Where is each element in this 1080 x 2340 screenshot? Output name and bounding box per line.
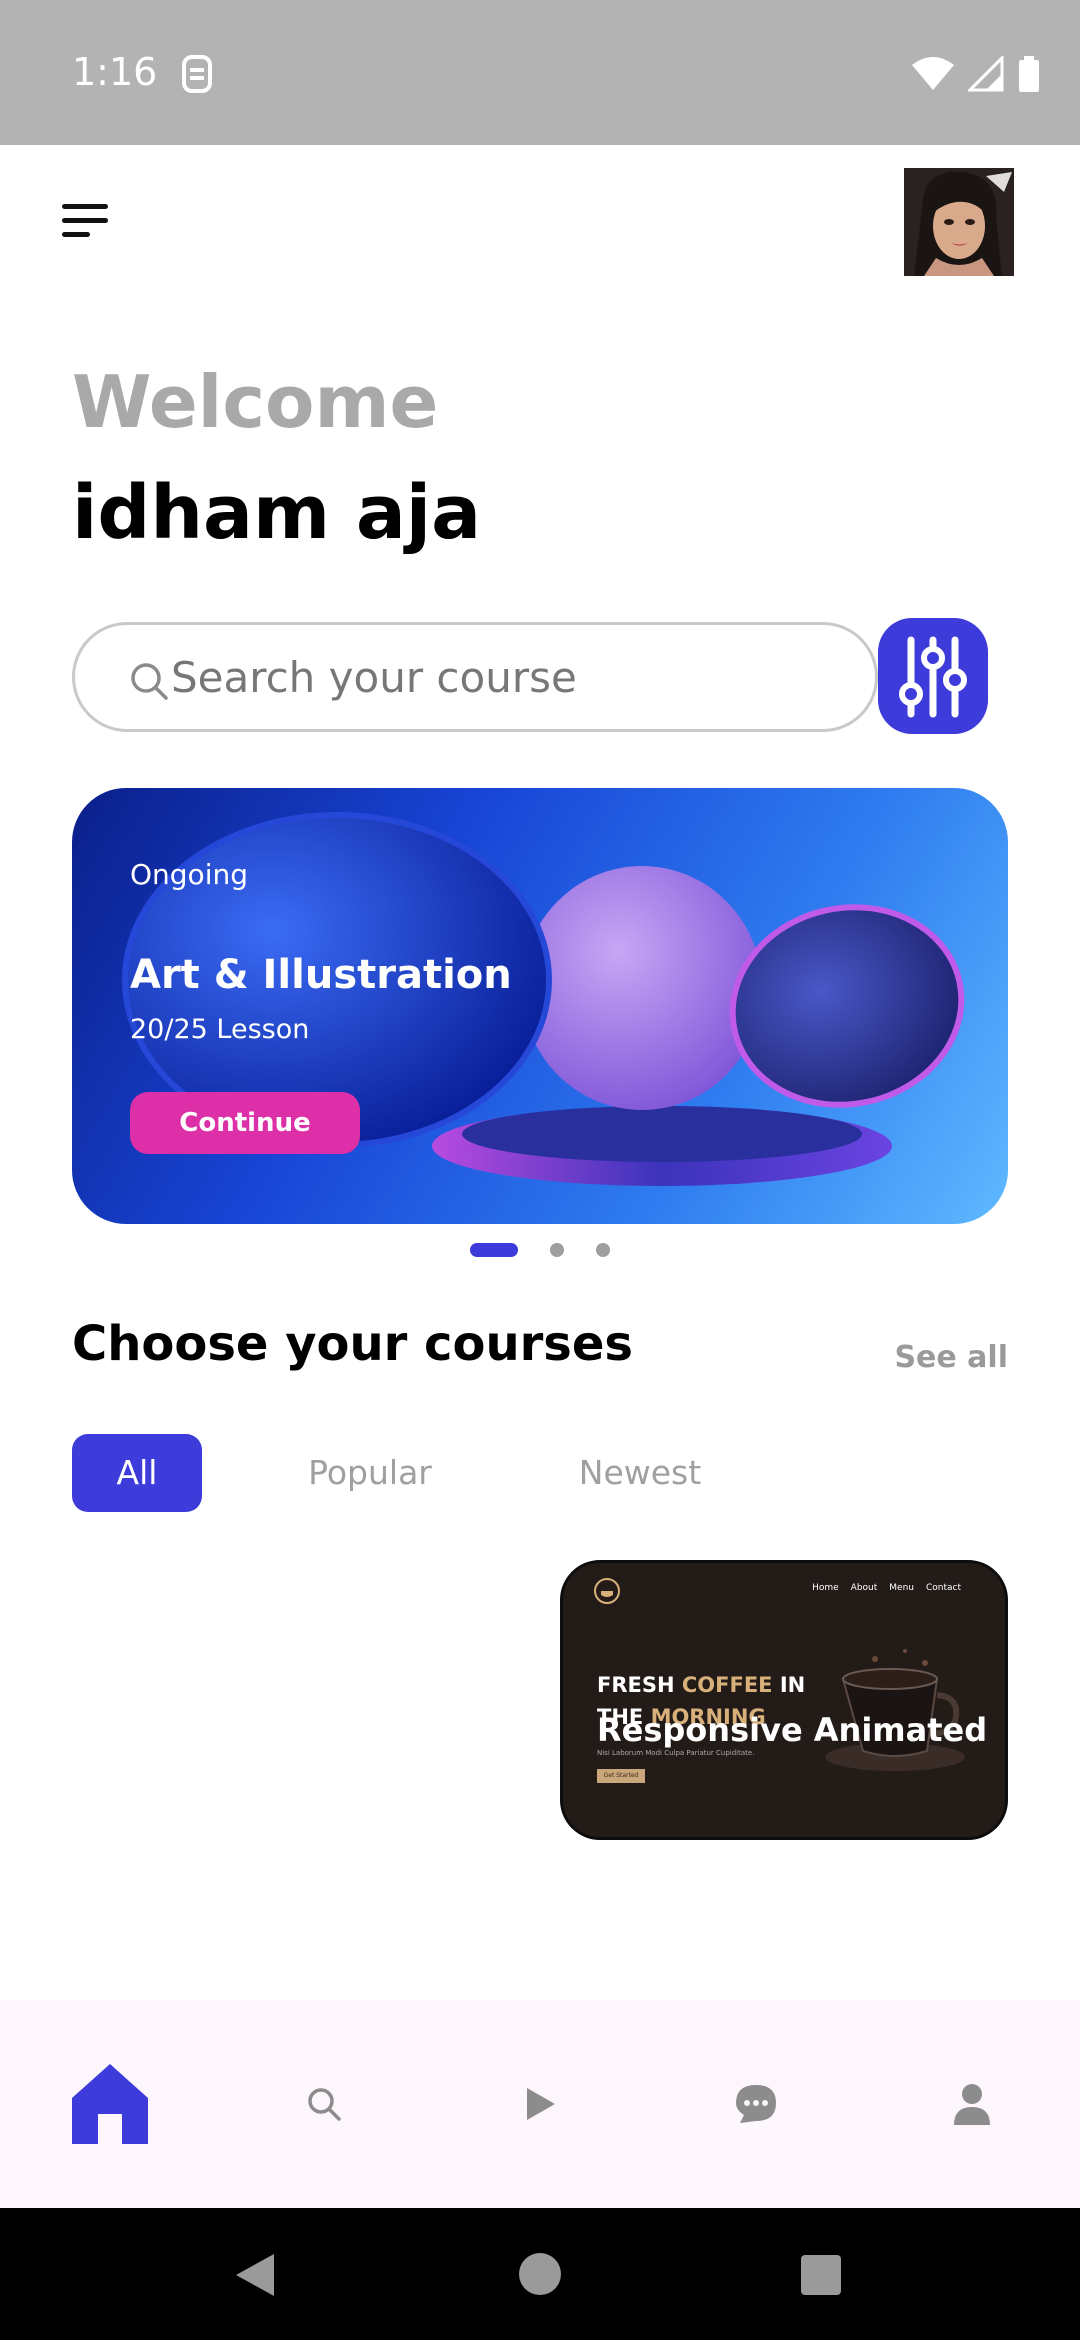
nav-chat[interactable] bbox=[696, 2000, 816, 2208]
username: idham aja bbox=[72, 470, 482, 556]
thumb-nav-item: Home bbox=[812, 1583, 839, 1593]
chat-icon bbox=[736, 2085, 776, 2123]
menu-line bbox=[62, 218, 108, 223]
coffee-cup-image bbox=[825, 1649, 965, 1771]
course-title: Responsive Animated bbox=[597, 1711, 988, 1749]
avatar[interactable] bbox=[904, 168, 1014, 276]
pagination-dot[interactable] bbox=[550, 1243, 564, 1257]
banner-course-title: Art & Illustration bbox=[130, 952, 512, 998]
bottom-navigation bbox=[0, 2000, 1080, 2208]
search-input[interactable] bbox=[171, 641, 851, 713]
back-icon[interactable] bbox=[234, 2252, 276, 2298]
menu-button[interactable] bbox=[62, 204, 108, 238]
battery-icon bbox=[1019, 56, 1039, 92]
hamburger-menu-icon bbox=[62, 204, 108, 209]
course-card[interactable]: Home About Menu Contact FRESH COFFEE IN … bbox=[560, 1560, 1008, 1840]
banner-illustration bbox=[122, 812, 965, 1186]
thumb-heading-part: IN bbox=[779, 1673, 806, 1697]
home-circle-icon[interactable] bbox=[518, 2252, 562, 2296]
filter-chip-all[interactable]: All bbox=[72, 1434, 202, 1512]
search-icon bbox=[308, 2088, 341, 2121]
person-icon bbox=[954, 2084, 990, 2125]
status-bar: 1:16 bbox=[0, 0, 1080, 145]
sliders-icon bbox=[899, 636, 967, 718]
search-bar[interactable] bbox=[72, 622, 878, 732]
thumb-heading-accent: COFFEE bbox=[681, 1673, 773, 1697]
filter-chip-popular[interactable]: Popular bbox=[290, 1434, 450, 1512]
thumbnail-button: Get Started bbox=[597, 1769, 645, 1783]
system-navigation-bar bbox=[0, 2208, 1080, 2340]
pagination-dot-active[interactable] bbox=[470, 1243, 518, 1257]
nav-play[interactable] bbox=[480, 2000, 600, 2208]
thumb-nav-item: About bbox=[850, 1583, 878, 1593]
banner-lesson-progress: 20/25 Lesson bbox=[130, 1014, 310, 1045]
sim-icon bbox=[182, 55, 212, 93]
thumb-nav-item: Contact bbox=[925, 1583, 961, 1593]
pagination-dot[interactable] bbox=[596, 1243, 610, 1257]
see-all-link[interactable]: See all bbox=[894, 1340, 1008, 1375]
welcome-text: Welcome bbox=[72, 360, 439, 444]
filter-button[interactable] bbox=[878, 618, 988, 734]
thumbnail-subtext: Nisi Laborum Modi Culpa Pariatur Cupidit… bbox=[597, 1749, 755, 1757]
filter-chip-newest[interactable]: Newest bbox=[560, 1434, 720, 1512]
wifi-icon bbox=[912, 57, 954, 90]
thumb-nav-item: Menu bbox=[889, 1583, 914, 1593]
search-icon bbox=[131, 663, 168, 700]
nav-search[interactable] bbox=[264, 2000, 384, 2208]
continue-button[interactable]: Continue bbox=[130, 1092, 360, 1154]
play-icon bbox=[527, 2088, 555, 2120]
recents-icon[interactable] bbox=[800, 2254, 842, 2296]
nav-profile[interactable] bbox=[912, 2000, 1032, 2208]
thumb-heading-part: FRESH bbox=[597, 1673, 675, 1697]
nav-home[interactable] bbox=[50, 2000, 170, 2208]
coffee-logo-icon bbox=[594, 1578, 620, 1604]
status-time: 1:16 bbox=[72, 50, 158, 94]
signal-icon bbox=[968, 56, 1004, 92]
banner-status: Ongoing bbox=[130, 858, 248, 891]
home-icon bbox=[72, 2064, 148, 2144]
thumbnail-nav: Home About Menu Contact bbox=[812, 1583, 961, 1593]
section-title: Choose your courses bbox=[72, 1316, 633, 1372]
menu-line bbox=[62, 232, 90, 237]
ongoing-course-banner[interactable]: Ongoing Art & Illustration 20/25 Lesson … bbox=[72, 788, 1008, 1224]
